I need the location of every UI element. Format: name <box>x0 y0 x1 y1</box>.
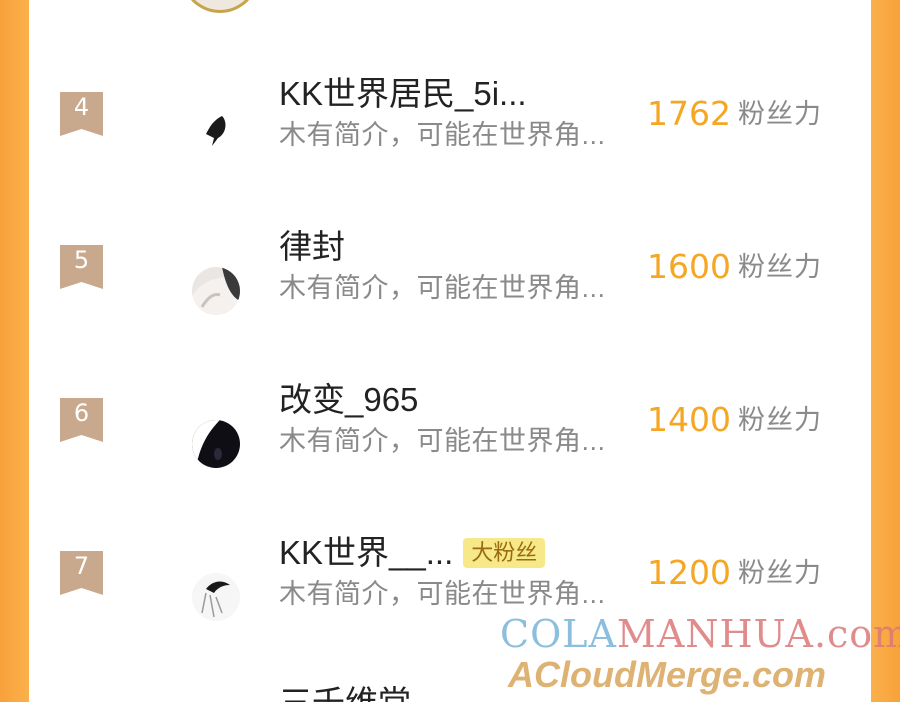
fan-power-label: 粉丝力 <box>738 405 822 435</box>
fan-ranking-card: 4 KK世界居民_5i... 木有简介，可能在世界角... 1762 粉丝力 5 <box>29 0 871 702</box>
fan-power-label: 粉丝力 <box>738 99 822 129</box>
fan-power-score: 1600 <box>647 247 731 286</box>
next-user-name-partial[interactable]: 三千维堂 <box>279 683 411 702</box>
rank-number: 6 <box>73 399 90 427</box>
rank-badge: 4 <box>60 92 103 136</box>
rank-number: 5 <box>73 246 90 274</box>
avatar[interactable] <box>192 267 240 315</box>
user-name[interactable]: KK世界居民_5i... <box>279 74 527 114</box>
rank-badge: 7 <box>60 551 103 595</box>
fan-power-score: 1200 <box>647 553 731 592</box>
avatar-image <box>192 573 240 621</box>
avatar[interactable] <box>192 573 240 621</box>
user-bio: 木有简介，可能在世界角... <box>279 579 606 609</box>
user-name[interactable]: KK世界__... <box>279 533 453 573</box>
user-name[interactable]: 改变_965 <box>279 380 418 420</box>
avatar-image <box>206 116 226 146</box>
fan-power-score: 1762 <box>647 94 731 133</box>
watermark-acloudmerge: ACloudMerge.com <box>508 654 827 695</box>
fan-power-score: 1400 <box>647 400 731 439</box>
user-bio: 木有简介，可能在世界角... <box>279 120 606 150</box>
avatar-image <box>192 420 240 468</box>
top-fan-avatar[interactable] <box>181 0 259 13</box>
rank-number: 4 <box>73 93 90 121</box>
list-item[interactable]: 5 律封 木有简介，可能在世界角... 1600 粉丝力 <box>29 193 871 343</box>
avatar[interactable] <box>192 420 240 468</box>
fan-power-label: 粉丝力 <box>738 558 822 588</box>
fan-power-label: 粉丝力 <box>738 252 822 282</box>
rank-badge: 6 <box>60 398 103 442</box>
list-item[interactable]: 4 KK世界居民_5i... 木有简介，可能在世界角... 1762 粉丝力 <box>29 40 871 190</box>
rank-number: 7 <box>73 552 90 580</box>
user-bio: 木有简介，可能在世界角... <box>279 426 606 456</box>
avatar-image <box>192 267 240 315</box>
watermark-colamanhua: COLAMANHUA.com <box>500 612 900 656</box>
big-fan-badge: 大粉丝 <box>463 538 546 568</box>
watermark-part-manhua: MANHUA.com <box>616 612 900 656</box>
rank-badge: 5 <box>60 245 103 289</box>
watermark-part-cola: COLA <box>500 612 617 656</box>
list-item[interactable]: 6 改变_965 木有简介，可能在世界角... 1400 粉丝力 <box>29 346 871 496</box>
user-bio: 木有简介，可能在世界角... <box>279 273 606 303</box>
user-name[interactable]: 律封 <box>279 227 345 267</box>
avatar[interactable] <box>192 108 240 156</box>
